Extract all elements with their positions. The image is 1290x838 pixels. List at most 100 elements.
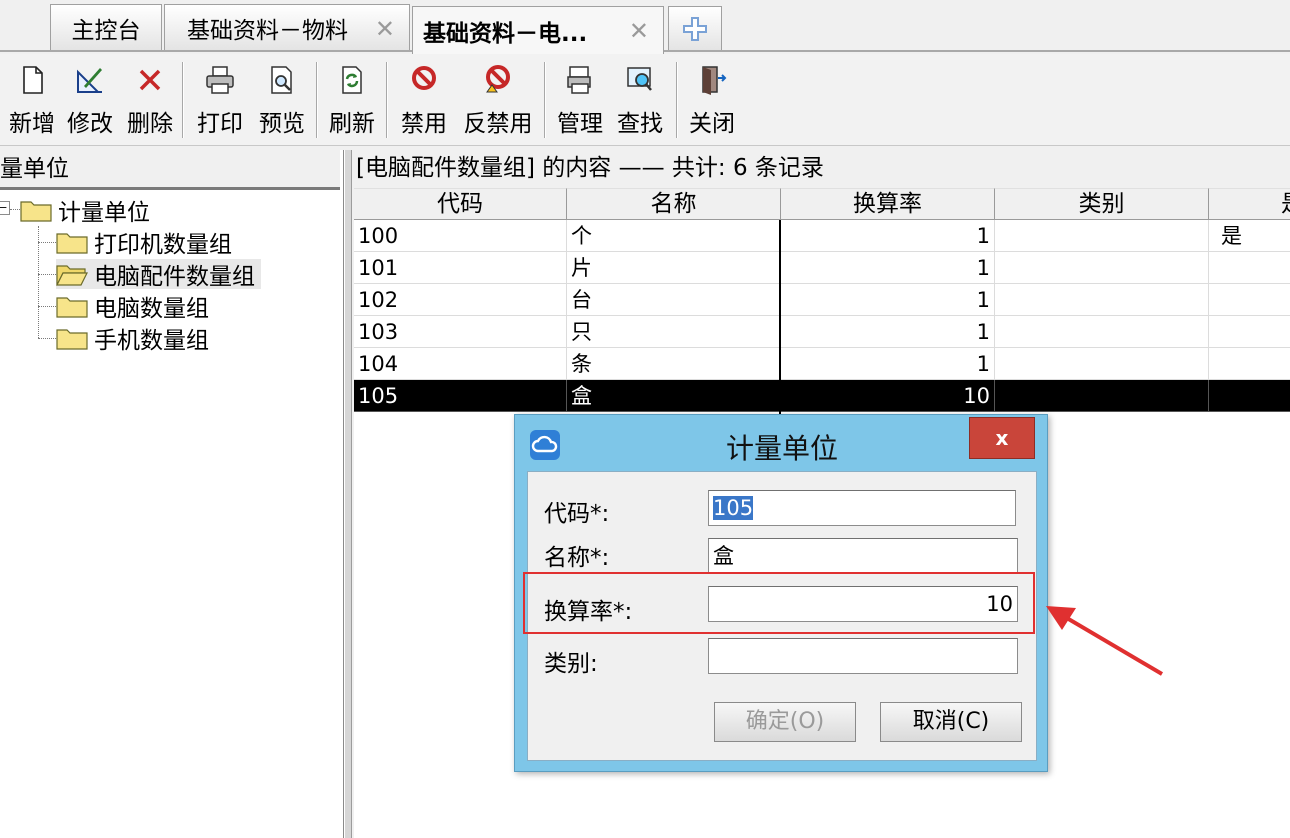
table-row[interactable]: 104 条 1 — [354, 348, 1290, 380]
edit-button[interactable]: 修改 — [60, 58, 120, 142]
tree-node-pc-group[interactable]: 电脑数量组 — [56, 291, 209, 322]
category-input[interactable] — [708, 638, 1018, 674]
column-header-flag[interactable]: 是 — [1209, 188, 1290, 220]
refresh-button[interactable]: 刷新 — [322, 58, 382, 142]
edit-ruler-icon — [77, 68, 102, 93]
tree-connector — [10, 209, 20, 210]
new-document-icon — [23, 66, 43, 94]
cell-name: 片 — [567, 252, 781, 284]
table-row[interactable]: 103 只 1 — [354, 316, 1290, 348]
print-button[interactable]: 打印 — [190, 58, 250, 142]
cell-name: 条 — [567, 348, 781, 380]
toolbar-separator — [182, 62, 184, 138]
folder-icon — [56, 297, 88, 318]
cell-flag — [1209, 316, 1290, 348]
preview-magnifier-icon — [271, 66, 292, 94]
cell-rate: 1 — [781, 348, 995, 380]
cell-code: 105 — [354, 380, 567, 412]
table-row-selected[interactable]: 105 盒 10 — [354, 380, 1290, 412]
cell-rate: 1 — [781, 220, 995, 252]
close-label: 关闭 — [689, 111, 735, 137]
disable-icon — [412, 66, 436, 90]
tree-node-printer-group[interactable]: 打印机数量组 — [56, 227, 232, 258]
tab-label: 基础资料－电... — [423, 20, 588, 47]
preview-button[interactable]: 预览 — [252, 58, 312, 142]
cell-code: 101 — [354, 252, 567, 284]
new-label: 新增 — [9, 111, 55, 137]
cell-code: 100 — [354, 220, 567, 252]
cell-rate: 10 — [781, 380, 995, 412]
toolbar: 新增 修改 删除 打印 预览 刷新 禁用 反禁用 管理 查找 关闭 — [0, 54, 1290, 146]
column-header-rate[interactable]: 换算率 — [781, 188, 995, 220]
name-label: 名称*: — [544, 545, 610, 571]
tree-collapse-toggle[interactable]: − — [0, 201, 10, 215]
code-label: 代码*: — [544, 501, 610, 527]
pane-splitter[interactable] — [344, 150, 352, 838]
cell-name: 只 — [567, 316, 781, 348]
undisable-button[interactable]: 反禁用 — [456, 58, 540, 142]
grid-header: 代码 名称 换算率 类别 是 — [354, 188, 1290, 220]
toolbar-separator — [316, 62, 318, 138]
cell-flag — [1209, 284, 1290, 316]
find-icon — [627, 67, 652, 91]
manage-label: 管理 — [557, 111, 603, 137]
highlight-box — [523, 572, 1035, 634]
new-button[interactable]: 新增 — [2, 58, 62, 142]
close-icon[interactable]: ✕ — [375, 15, 395, 43]
tab-units-active[interactable]: 基础资料－电... ✕ — [412, 6, 664, 54]
find-label: 查找 — [617, 111, 663, 137]
toolbar-separator — [676, 62, 678, 138]
category-label: 类别: — [544, 651, 598, 677]
cell-category — [995, 316, 1209, 348]
delete-button[interactable]: 删除 — [120, 58, 180, 142]
table-row[interactable]: 102 台 1 — [354, 284, 1290, 316]
printer-icon — [206, 66, 234, 94]
tab-label: 主控台 — [71, 17, 141, 44]
disable-button[interactable]: 禁用 — [394, 58, 454, 142]
cell-code: 103 — [354, 316, 567, 348]
cell-name: 个 — [567, 220, 781, 252]
code-value: 105 — [713, 496, 754, 520]
tree-node-phone-group[interactable]: 手机数量组 — [56, 323, 209, 354]
name-input[interactable]: 盒 — [708, 538, 1018, 574]
cancel-button[interactable]: 取消(C) — [880, 702, 1022, 742]
column-header-code[interactable]: 代码 — [354, 188, 567, 220]
ok-button[interactable]: 确定(O) — [714, 702, 856, 742]
open-folder-icon — [56, 265, 88, 286]
column-header-name[interactable]: 名称 — [567, 188, 781, 220]
folder-icon — [20, 201, 52, 222]
column-header-category[interactable]: 类别 — [995, 188, 1209, 220]
cell-flag — [1209, 380, 1290, 412]
cell-category — [995, 252, 1209, 284]
cell-name: 台 — [567, 284, 781, 316]
code-input[interactable]: 105 — [708, 490, 1016, 526]
cell-code: 102 — [354, 284, 567, 316]
refresh-icon — [342, 66, 362, 94]
add-tab-button[interactable] — [668, 6, 722, 50]
cell-category — [995, 220, 1209, 252]
tree-connector — [38, 274, 56, 275]
manage-icon — [567, 66, 591, 94]
tree-node-root[interactable]: 计量单位 — [20, 195, 150, 226]
exit-door-icon — [702, 66, 727, 95]
table-row[interactable]: 101 片 1 — [354, 252, 1290, 284]
dialog-titlebar[interactable]: 计量单位 x — [515, 415, 1049, 471]
tab-console[interactable]: 主控台 — [50, 4, 162, 50]
toolbar-separator — [386, 62, 388, 138]
manage-button[interactable]: 管理 — [550, 58, 610, 142]
tree-node-label: 电脑配件数量组 — [94, 264, 255, 290]
table-row[interactable]: 100 个 1 是 — [354, 220, 1290, 252]
close-icon[interactable]: ✕ — [629, 17, 649, 45]
find-button[interactable]: 查找 — [610, 58, 670, 142]
cell-rate: 1 — [781, 316, 995, 348]
tab-materials[interactable]: 基础资料－物料 ✕ — [164, 4, 410, 50]
dialog-close-button[interactable]: x — [969, 417, 1035, 459]
tree-node-pc-parts-group[interactable]: 电脑配件数量组 — [56, 259, 261, 290]
tree-connector — [38, 242, 56, 243]
tree-node-label: 手机数量组 — [94, 328, 209, 354]
undisable-icon — [486, 65, 510, 93]
cell-category — [995, 348, 1209, 380]
cell-rate: 1 — [781, 284, 995, 316]
close-button[interactable]: 关闭 — [682, 58, 742, 142]
cell-category — [995, 284, 1209, 316]
